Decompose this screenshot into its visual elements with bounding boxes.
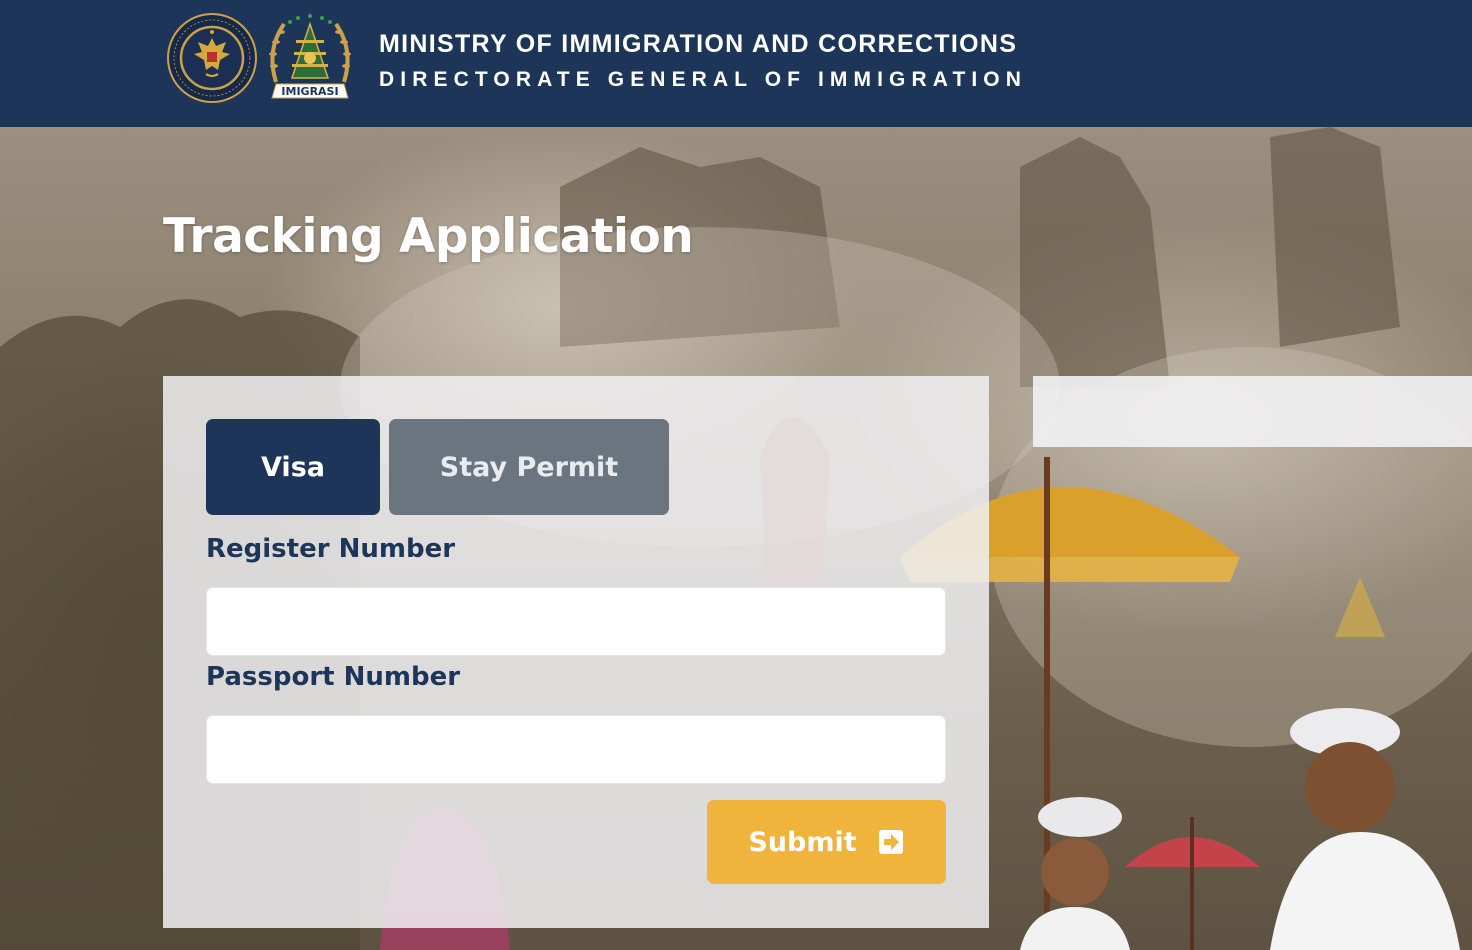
side-panel [1033,376,1472,447]
ministry-title: MINISTRY OF IMMIGRATION AND CORRECTIONS [379,30,1018,58]
svg-text:IMIGRASI: IMIGRASI [281,85,338,98]
passport-number-label: Passport Number [206,662,461,692]
register-number-input[interactable] [206,587,946,656]
ministry-emblem-icon[interactable] [166,12,258,104]
register-number-label: Register Number [206,534,456,564]
passport-number-input[interactable] [206,715,946,784]
arrow-into-box-icon [878,830,903,854]
submit-button[interactable]: Submit [707,800,946,884]
site-header: IMIGRASI MINISTRY OF IMMIGRATION AND COR… [0,0,1472,127]
imigrasi-emblem-icon[interactable]: IMIGRASI [262,10,358,104]
tracking-form: Visa Stay Permit Register Number Passpor… [163,376,989,928]
directorate-subtitle: DIRECTORATE GENERAL OF IMMIGRATION [379,68,1028,91]
page-title: Tracking Application [163,209,694,264]
tab-stay-permit[interactable]: Stay Permit [389,419,669,515]
submit-button-label: Submit [748,826,857,858]
tab-visa[interactable]: Visa [206,419,380,515]
